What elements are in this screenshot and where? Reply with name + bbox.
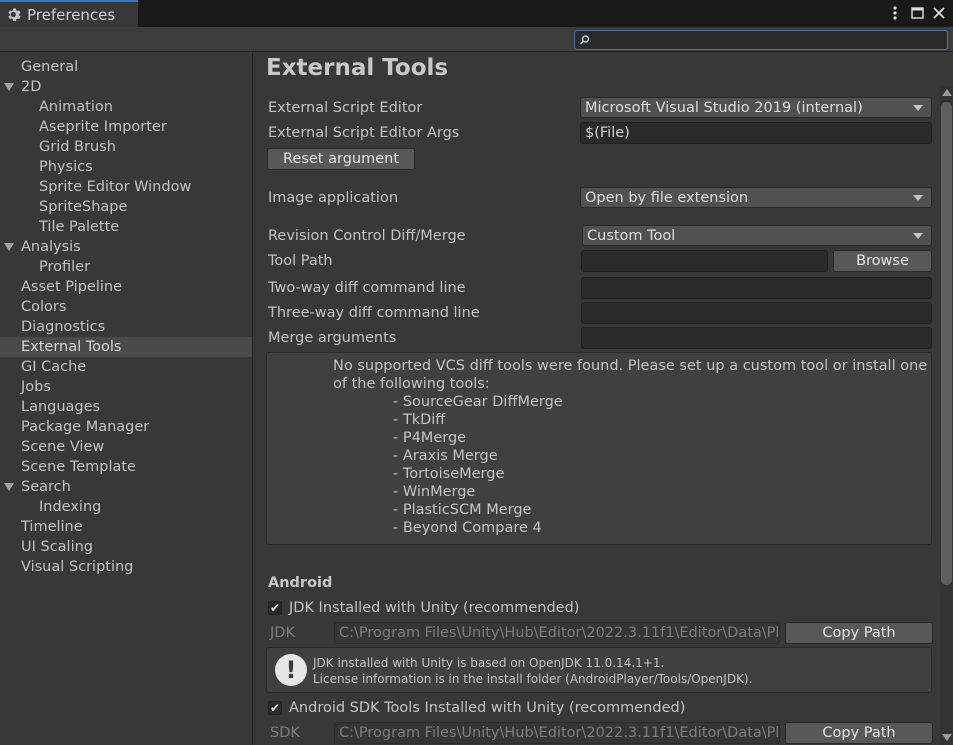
list-item: - TkDiff [393,412,446,428]
help-text: of the following tools: [333,376,490,392]
sdk-path-field[interactable]: C:\Program Files\Unity\Hub\Editor\2022.3… [334,722,780,744]
checkmark-icon: ✔ [269,601,281,615]
jdk-label: JDK [270,625,295,641]
merge-arguments-label: Merge arguments [268,330,397,346]
tool-path-label: Tool Path [268,253,333,269]
sidebar-item-indexing[interactable]: Indexing [0,497,252,517]
preferences-tab[interactable]: Preferences [0,0,138,27]
preferences-sidebar: General 2D Animation Aseprite Importer G… [0,53,253,745]
sidebar-item-sprite-editor-window[interactable]: Sprite Editor Window [0,177,252,197]
scrollbar-thumb[interactable] [941,102,952,585]
sidebar-item-gi-cache[interactable]: GI Cache [0,357,252,377]
page-title: External Tools [266,55,449,81]
list-item: - WinMerge [393,484,476,500]
jdk-installed-label: JDK Installed with Unity (recommended) [289,600,580,616]
script-editor-args-field[interactable]: $(File) [580,122,932,144]
sidebar-item-physics[interactable]: Physics [0,157,252,177]
checkmark-icon: ✔ [269,701,281,715]
image-application-dropdown[interactable]: Open by file extension [580,187,932,208]
sidebar-item-aseprite-importer[interactable]: Aseprite Importer [0,117,252,137]
reset-argument-button[interactable]: Reset argument [267,148,415,170]
sidebar-item-timeline[interactable]: Timeline [0,517,252,537]
image-application-label: Image application [268,190,399,206]
list-item: - PlasticSCM Merge [393,502,532,518]
two-way-diff-field[interactable] [581,277,932,299]
search-box[interactable] [574,30,948,50]
sidebar-item-colors[interactable]: Colors [0,297,252,317]
list-item: - TortoiseMerge [393,466,505,482]
expand-arrow-icon[interactable] [4,483,14,491]
sidebar-item-spriteshape[interactable]: SpriteShape [0,197,252,217]
chevron-down-icon [913,233,923,239]
browse-button[interactable]: Browse [833,250,932,272]
three-way-diff-label: Three-way diff command line [268,305,480,321]
sidebar-item-scene-view[interactable]: Scene View [0,437,252,457]
vcs-help-box: No supported VCS diff tools were found. … [266,352,932,545]
jdk-info-text: JDK installed with Unity is based on Ope… [313,656,665,670]
revision-control-label: Revision Control Diff/Merge [268,228,466,244]
chevron-down-icon [913,195,923,201]
revision-control-dropdown[interactable]: Custom Tool [582,225,932,246]
jdk-path-field[interactable]: C:\Program Files\Unity\Hub\Editor\2022.3… [334,622,780,644]
jdk-license-text: License information is in the install fo… [313,672,753,686]
close-icon[interactable] [931,4,947,22]
jdk-installed-checkbox[interactable]: ✔ [268,601,282,615]
sdk-label: SDK [270,725,300,741]
search-icon [579,35,590,45]
warning-icon: ! [275,654,307,686]
gear-icon [8,8,21,21]
script-editor-dropdown[interactable]: Microsoft Visual Studio 2019 (internal) [580,97,932,118]
list-item: - Beyond Compare 4 [393,520,542,536]
expand-arrow-icon[interactable] [4,243,14,251]
maximize-icon[interactable] [909,4,925,22]
sidebar-item-external-tools[interactable]: External Tools [0,337,252,357]
sidebar-item-tile-palette[interactable]: Tile Palette [0,217,252,237]
sidebar-item-analysis[interactable]: Analysis [0,237,252,257]
android-section-heading: Android [268,575,333,591]
merge-arguments-field[interactable] [581,327,932,349]
scroll-up-icon[interactable] [942,89,952,96]
vertical-scrollbar[interactable] [940,86,953,745]
scroll-down-icon[interactable] [942,734,952,741]
sidebar-item-asset-pipeline[interactable]: Asset Pipeline [0,277,252,297]
sdk-copy-path-button[interactable]: Copy Path [785,722,933,744]
jdk-copy-path-button[interactable]: Copy Path [785,622,933,644]
three-way-diff-field[interactable] [581,302,932,324]
sidebar-item-visual-scripting[interactable]: Visual Scripting [0,557,252,577]
script-editor-args-label: External Script Editor Args [268,125,460,141]
chevron-down-icon [913,105,923,111]
sidebar-item-animation[interactable]: Animation [0,97,252,117]
list-item: - P4Merge [393,430,467,446]
list-item: - Araxis Merge [393,448,498,464]
sidebar-item-jobs[interactable]: Jobs [0,377,252,397]
sidebar-item-ui-scaling[interactable]: UI Scaling [0,537,252,557]
expand-arrow-icon[interactable] [4,83,14,91]
sidebar-item-profiler[interactable]: Profiler [0,257,252,277]
list-item: - SourceGear DiffMerge [393,394,563,410]
sidebar-item-diagnostics[interactable]: Diagnostics [0,317,252,337]
jdk-info-box: ! JDK installed with Unity is based on O… [266,647,932,693]
toolbar [0,27,953,52]
sidebar-item-package-manager[interactable]: Package Manager [0,417,252,437]
sidebar-item-2d[interactable]: 2D [0,77,252,97]
script-editor-label: External Script Editor [268,100,423,116]
sidebar-item-general[interactable]: General [0,57,252,77]
sdk-installed-checkbox[interactable]: ✔ [268,701,282,715]
sidebar-item-scene-template[interactable]: Scene Template [0,457,252,477]
search-input[interactable] [593,32,943,48]
help-text: No supported VCS diff tools were found. … [333,358,928,374]
more-options-icon[interactable] [887,4,903,22]
tool-path-field[interactable] [581,250,828,272]
sidebar-item-grid-brush[interactable]: Grid Brush [0,137,252,157]
title-bar: Preferences [0,0,953,27]
sidebar-item-languages[interactable]: Languages [0,397,252,417]
two-way-diff-label: Two-way diff command line [268,280,466,296]
sidebar-item-search[interactable]: Search [0,477,252,497]
sdk-installed-label: Android SDK Tools Installed with Unity (… [289,700,686,716]
external-tools-panel: External Tools External Script Editor Mi… [254,53,953,745]
tab-title: Preferences [27,5,116,24]
